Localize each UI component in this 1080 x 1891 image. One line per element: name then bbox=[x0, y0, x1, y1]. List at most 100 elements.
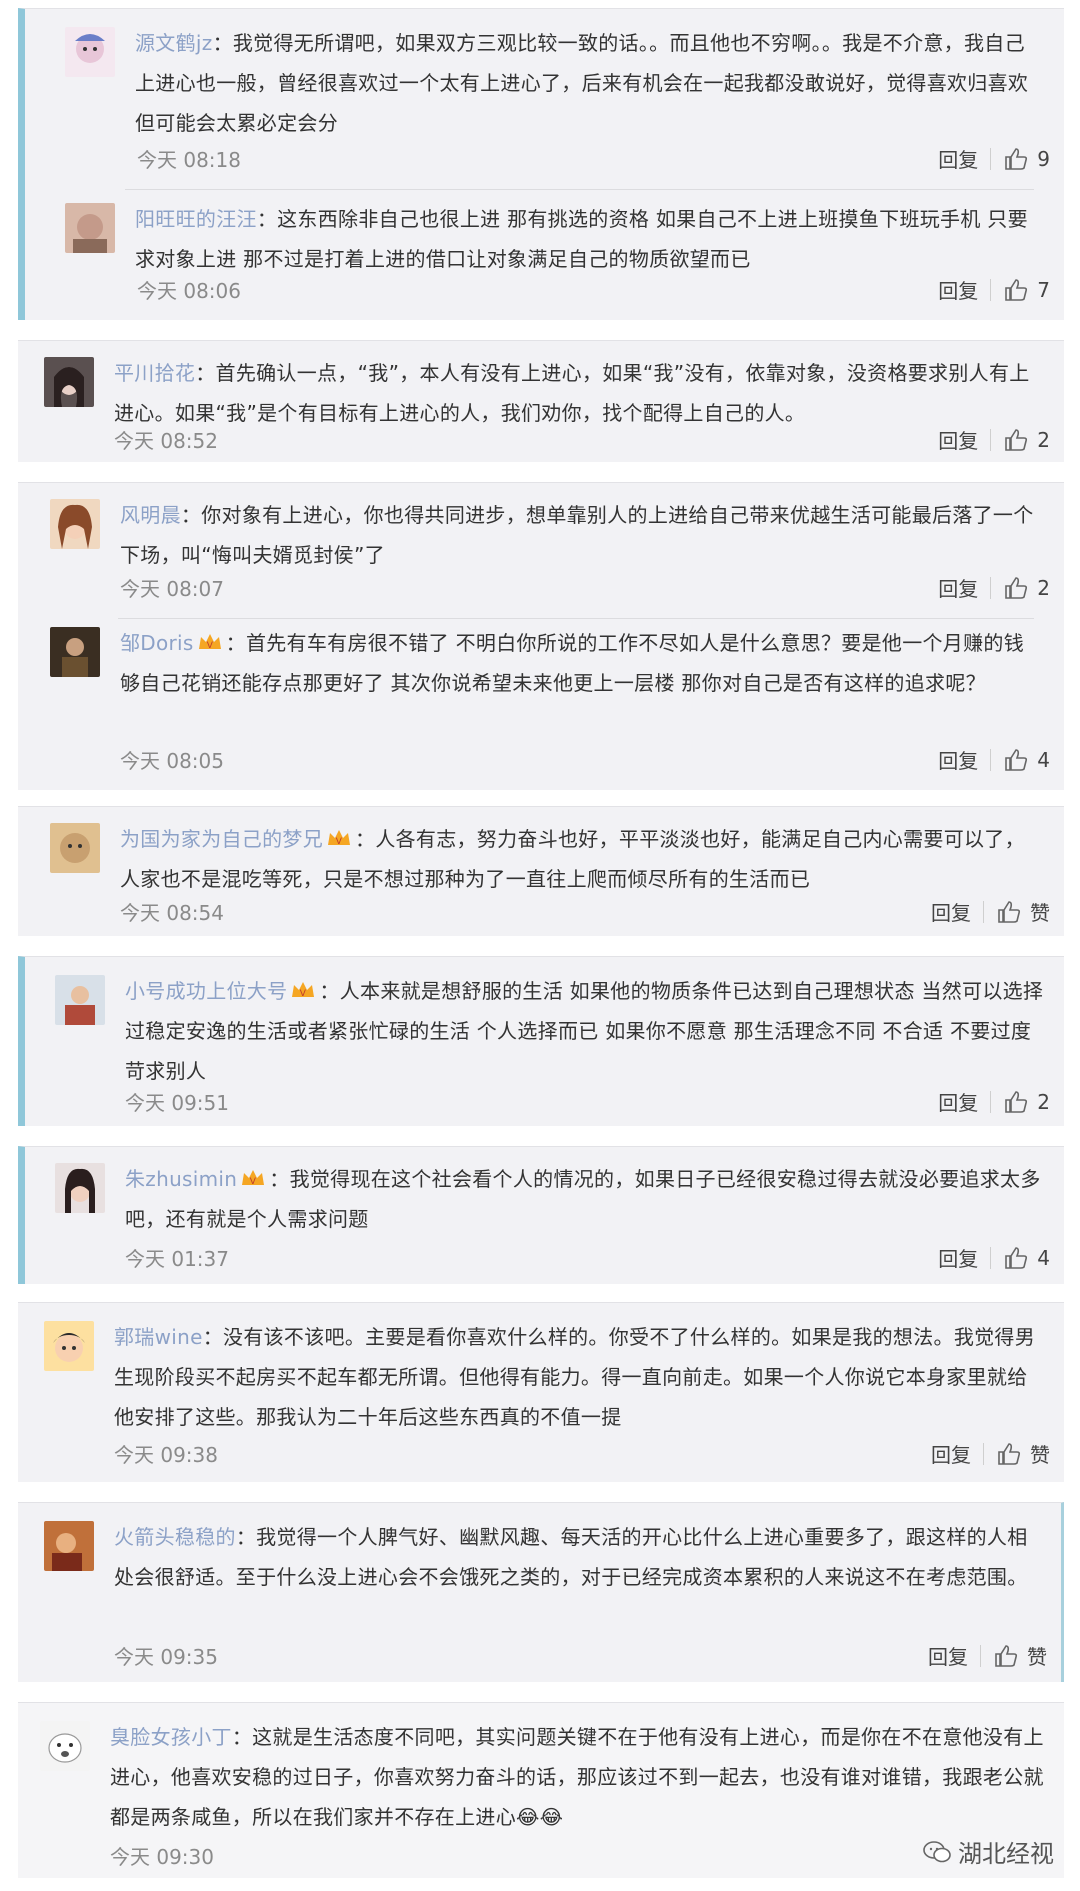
comment-card: 郭瑞wine：没有该不该吧。主要是看你喜欢什么样的。你受不了什么样的。如果是我的… bbox=[18, 1302, 1064, 1482]
separator bbox=[990, 576, 992, 599]
comment-card: 小号成功上位大号 V ：人本来就是想舒服的生活 如果他的物质条件已达到自己理想状态 … bbox=[18, 956, 1064, 1126]
username-link[interactable]: 臭脸女孩小丁 bbox=[110, 1725, 232, 1749]
timestamp: 今天 08:52 bbox=[114, 429, 218, 453]
comment-card: 火箭头稳稳的：我觉得一个人脾气好、幽默风趣、每天活的开心比什么上进心重要多了，跟… bbox=[18, 1502, 1064, 1682]
username-link[interactable]: 火箭头稳稳的 bbox=[114, 1525, 236, 1549]
svg-text:V: V bbox=[300, 989, 307, 999]
reply-button[interactable]: 回复 bbox=[938, 144, 978, 173]
username-link[interactable]: 风明晨 bbox=[120, 503, 181, 527]
thumbs-up-icon[interactable] bbox=[1003, 277, 1029, 303]
username-link[interactable]: 郭瑞wine bbox=[114, 1325, 203, 1349]
comment-text: 为国为家为自己的梦兄 V ：人各有志，努力奋斗也好，平平淡淡也好，能满足自己内心需要… bbox=[120, 827, 1025, 891]
separator bbox=[983, 1442, 984, 1465]
avatar[interactable] bbox=[50, 823, 100, 873]
comment-text: 郭瑞wine：没有该不该吧。主要是看你喜欢什么样的。你受不了什么样的。如果是我的… bbox=[114, 1325, 1036, 1429]
comment-card: 臭脸女孩小丁：这就是生活态度不同吧，其实问题关键不在于他有没有上进心，而是你在不… bbox=[18, 1702, 1064, 1878]
avatar[interactable] bbox=[65, 27, 115, 77]
reply-button[interactable]: 回复 bbox=[931, 897, 971, 926]
wechat-icon bbox=[923, 1840, 951, 1862]
thumbs-up-icon[interactable] bbox=[1003, 747, 1029, 773]
comment-text: 朱zhusimin V ：我觉得现在这个社会看个人的情况的，如果日子已经很安稳过得去… bbox=[125, 1167, 1041, 1231]
comment-card: 风明晨：你对象有上进心，你也得共同进步，想单靠别人的上进给自己带来优越生活可能最… bbox=[18, 482, 1064, 790]
comment-card: 源文鹤jz：我觉得无所谓吧，如果双方三观比较一致的话。。而且他也不穷啊。。我是不… bbox=[18, 8, 1064, 320]
timestamp: 今天 08:18 bbox=[137, 148, 241, 172]
thumbs-up-icon[interactable] bbox=[993, 1643, 1019, 1669]
comment: 臭脸女孩小丁：这就是生活态度不同吧，其实问题关键不在于他有没有上进心，而是你在不… bbox=[40, 1717, 1064, 1837]
reply-button[interactable]: 回复 bbox=[938, 745, 978, 774]
watermark-text: 湖北经视 bbox=[958, 1840, 1054, 1868]
comment-meta: 今天 08:06 回复 7 bbox=[137, 275, 1064, 304]
avatar[interactable] bbox=[44, 357, 94, 407]
reply-button[interactable]: 回复 bbox=[938, 1087, 978, 1116]
comment-divider bbox=[125, 189, 1034, 190]
comment-card: 平川拾花：首先确认一点，“我”，本人有没有上进心，如果“我”没有，依靠对象，没资… bbox=[18, 340, 1064, 462]
watermark: 湖北经视 bbox=[922, 1834, 1054, 1869]
avatar[interactable] bbox=[55, 1163, 105, 1213]
comment-text: 源文鹤jz：我觉得无所谓吧，如果双方三观比较一致的话。。而且他也不穷啊。。我是不… bbox=[135, 31, 1029, 135]
username-link[interactable]: 小号成功上位大号 bbox=[125, 979, 287, 1003]
svg-text:V: V bbox=[250, 1177, 257, 1187]
reply-button[interactable]: 回复 bbox=[938, 275, 978, 304]
comment-meta: 今天 09:38 回复 赞 bbox=[114, 1439, 1064, 1467]
vip-crown-icon: V bbox=[328, 830, 350, 847]
separator bbox=[990, 1246, 992, 1269]
comment-meta: 今天 08:54 回复 赞 bbox=[120, 897, 1064, 925]
timestamp: 今天 01:37 bbox=[125, 1247, 229, 1271]
comment-meta: 今天 08:52 回复 2 bbox=[114, 425, 1064, 454]
timestamp: 今天 08:05 bbox=[120, 749, 224, 773]
avatar[interactable] bbox=[55, 975, 105, 1025]
timestamp: 今天 08:06 bbox=[137, 279, 241, 303]
separator bbox=[990, 748, 992, 771]
comment: 邹Doris V ：首先有车有房很不错了 不明白你所说的工作不尽如人是什么意思？要是… bbox=[50, 623, 1064, 743]
vip-crown-icon: V bbox=[242, 1170, 265, 1187]
reply-button[interactable]: 回复 bbox=[938, 573, 978, 602]
avatar[interactable] bbox=[44, 1521, 94, 1571]
thumbs-up-icon[interactable] bbox=[1003, 575, 1029, 601]
thumbs-up-icon[interactable] bbox=[996, 1441, 1022, 1467]
comment-text: 火箭头稳稳的：我觉得一个人脾气好、幽默风趣、每天活的开心比什么上进心重要多了，跟… bbox=[114, 1525, 1028, 1589]
username-link[interactable]: 为国为家为自己的梦兄 bbox=[120, 827, 323, 851]
comment-meta: 今天 09:35 回复 赞 bbox=[114, 1641, 1061, 1669]
thumbs-up-icon[interactable] bbox=[1003, 1089, 1029, 1115]
comment: 朱zhusimin V ：我觉得现在这个社会看个人的情况的，如果日子已经很安稳过得去… bbox=[55, 1159, 1064, 1239]
avatar[interactable] bbox=[65, 203, 115, 253]
comment-meta: 今天 08:18 回复 9 bbox=[137, 144, 1064, 173]
like-count: 赞 bbox=[1027, 1645, 1047, 1669]
reply-button[interactable]: 回复 bbox=[938, 1243, 978, 1272]
thumbs-up-icon[interactable] bbox=[1003, 1245, 1029, 1271]
username-link[interactable]: 阳旺旺的汪汪 bbox=[135, 207, 257, 231]
timestamp: 今天 08:07 bbox=[120, 577, 224, 601]
avatar[interactable] bbox=[50, 627, 100, 677]
username-link[interactable]: 邹Doris bbox=[120, 631, 194, 655]
avatar[interactable] bbox=[40, 1721, 90, 1771]
comment-meta: 今天 09:51 回复 2 bbox=[125, 1087, 1064, 1116]
like-count: 9 bbox=[1037, 146, 1050, 171]
like-count: 2 bbox=[1037, 1089, 1050, 1114]
avatar[interactable] bbox=[44, 1321, 94, 1371]
separator bbox=[990, 428, 992, 451]
separator bbox=[990, 278, 992, 301]
thumbs-up-icon[interactable] bbox=[996, 899, 1022, 925]
reply-button[interactable]: 回复 bbox=[938, 425, 978, 454]
comment: 风明晨：你对象有上进心，你也得共同进步，想单靠别人的上进给自己带来优越生活可能最… bbox=[50, 495, 1064, 575]
username-link[interactable]: 源文鹤jz bbox=[135, 31, 213, 55]
comment: 郭瑞wine：没有该不该吧。主要是看你喜欢什么样的。你受不了什么样的。如果是我的… bbox=[44, 1317, 1064, 1437]
like-count: 赞 bbox=[1030, 901, 1050, 925]
separator bbox=[990, 147, 992, 170]
username-link[interactable]: 平川拾花 bbox=[114, 361, 195, 385]
vip-crown-icon: V bbox=[292, 982, 315, 999]
thumbs-up-icon[interactable] bbox=[1003, 146, 1029, 172]
reply-button[interactable]: 回复 bbox=[928, 1641, 968, 1670]
like-count: 2 bbox=[1037, 575, 1050, 600]
username-link[interactable]: 朱zhusimin bbox=[125, 1167, 237, 1191]
timestamp: 今天 09:51 bbox=[125, 1091, 229, 1115]
like-count: 4 bbox=[1037, 747, 1050, 772]
comment-text: 阳旺旺的汪汪：这东西除非自己也很上进 那有挑选的资格 如果自己不上进上班摸鱼下班… bbox=[135, 207, 1028, 271]
separator bbox=[990, 1090, 992, 1113]
avatar[interactable] bbox=[50, 499, 100, 549]
comment-meta: 今天 09:30 bbox=[110, 1841, 1064, 1869]
reply-button[interactable]: 回复 bbox=[931, 1439, 971, 1468]
thumbs-up-icon[interactable] bbox=[1003, 427, 1029, 453]
timestamp: 今天 09:30 bbox=[110, 1845, 214, 1869]
comment-card: 朱zhusimin V ：我觉得现在这个社会看个人的情况的，如果日子已经很安稳过得去… bbox=[18, 1146, 1064, 1284]
